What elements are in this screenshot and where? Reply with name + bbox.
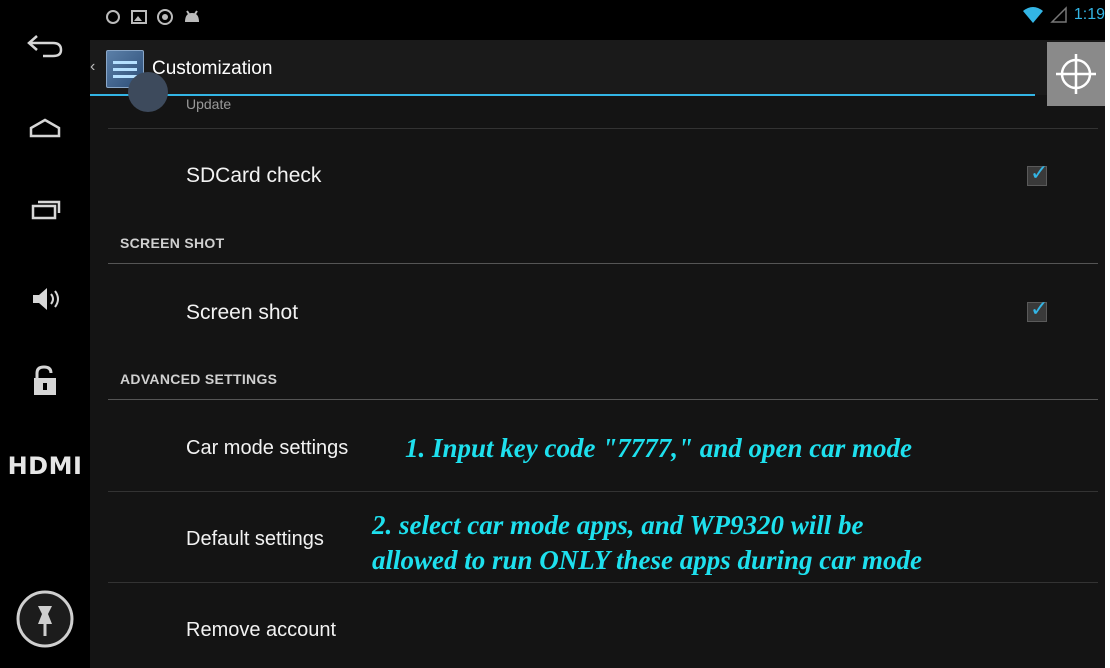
section-header-advanced-settings: ADVANCED SETTINGS: [120, 371, 278, 387]
image-icon: [131, 10, 147, 24]
screen-shot-label: Screen shot: [186, 301, 299, 324]
car-mode-settings-label: Car mode settings: [186, 437, 349, 459]
at-sign-icon: [157, 9, 173, 25]
action-bar-underline: [90, 94, 1035, 96]
remove-account-row[interactable]: Remove account: [90, 583, 1095, 668]
annotation-step-2-line-1: 2. select car mode apps, and WP9320 will…: [372, 510, 864, 540]
section-divider: [108, 399, 1098, 400]
action-bar: ‹ Customization: [90, 40, 1105, 95]
checkmark-icon: ✓: [1030, 161, 1049, 186]
hdmi-label: HDMI: [7, 452, 83, 480]
sdcard-check-label: SDCard check: [186, 164, 322, 187]
back-icon[interactable]: [0, 20, 90, 70]
hdmi-button[interactable]: HDMI: [0, 441, 90, 491]
pushpin-icon[interactable]: [0, 579, 90, 659]
screen-shot-checkbox[interactable]: ✓: [1027, 297, 1048, 322]
android-icon: [185, 10, 199, 22]
wifi-icon: [1022, 7, 1043, 23]
volume-icon[interactable]: [0, 274, 90, 324]
crosshair-icon[interactable]: [1047, 42, 1105, 106]
annotation-step-1: 1. Input key code "7777," and open car m…: [405, 433, 912, 463]
navigation-rail: HDMI: [0, 0, 90, 668]
sdcard-check-checkbox[interactable]: ✓: [1027, 161, 1048, 186]
remove-account-label: Remove account: [186, 619, 337, 641]
section-divider: [108, 263, 1098, 264]
settings-screen: 1:19 ‹ Customization Update SDCard check…: [90, 0, 1105, 668]
page-title: Customization: [152, 58, 273, 79]
right-border: [1105, 0, 1110, 668]
section-header-screen-shot: SCREEN SHOT: [120, 235, 225, 251]
sdcard-check-row[interactable]: SDCard check ✓: [90, 129, 1095, 219]
default-settings-label: Default settings: [186, 528, 324, 550]
update-avatar-icon: [128, 72, 168, 112]
annotation-step-2-line-2: allowed to run ONLY these apps during ca…: [372, 545, 923, 575]
checkmark-icon: ✓: [1030, 297, 1049, 322]
status-bar: 1:19: [90, 0, 1105, 40]
unlock-icon[interactable]: [0, 356, 90, 406]
up-caret-icon[interactable]: ‹: [90, 58, 95, 76]
screen-shot-row[interactable]: Screen shot ✓: [90, 265, 1095, 355]
update-summary: Update: [186, 96, 232, 112]
signal-icon: [1050, 6, 1067, 23]
recent-apps-icon[interactable]: [0, 186, 90, 236]
status-time: 1:19: [1073, 6, 1105, 23]
sync-icon: [106, 10, 120, 24]
home-icon[interactable]: [0, 104, 90, 154]
